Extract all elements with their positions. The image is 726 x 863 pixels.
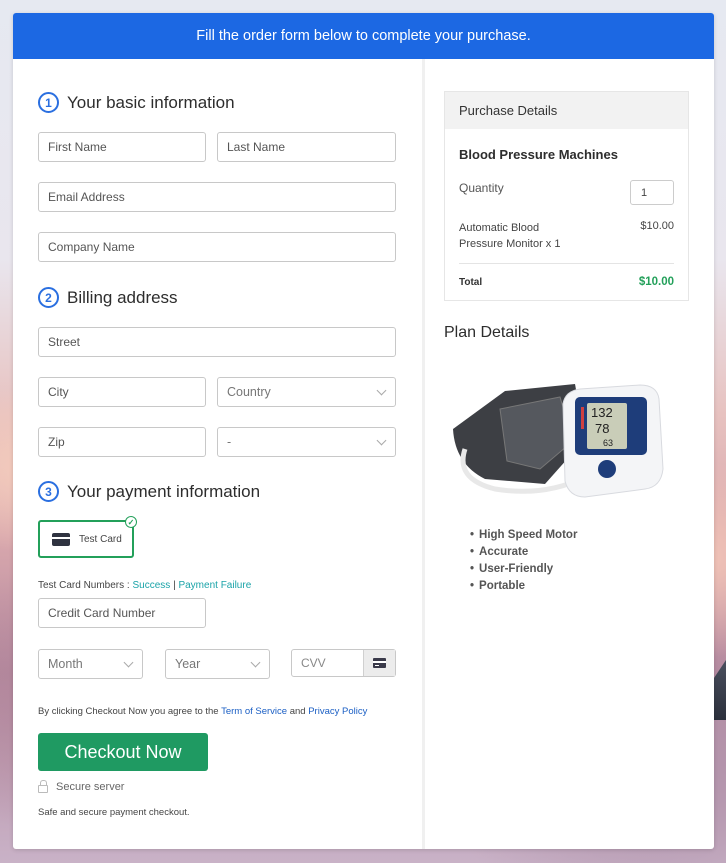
year-select-value: Year [175, 657, 201, 671]
monitor-start-button [598, 460, 616, 478]
privacy-policy-link[interactable]: Privacy Policy [308, 706, 367, 717]
section-billing: 2 Billing address [38, 287, 178, 308]
email-input[interactable]: Email Address [38, 182, 396, 212]
company-input[interactable]: Company Name [38, 232, 396, 262]
first-name-input[interactable]: First Name [38, 132, 206, 162]
line-item-price: $10.00 [640, 220, 674, 232]
credit-card-icon [373, 658, 386, 668]
month-select[interactable]: Month [38, 649, 143, 679]
order-form: 1 Your basic information First Name Last… [13, 59, 423, 849]
feature-item: Portable [470, 578, 577, 595]
success-link[interactable]: Success [132, 580, 170, 591]
secure-server-label: Secure server [56, 781, 125, 793]
country-select[interactable]: Country [217, 377, 396, 407]
payment-method-test-card[interactable]: Test Card ✓ [38, 516, 137, 558]
payment-method-label: Test Card [79, 533, 122, 545]
section-title: Your payment information [67, 481, 261, 501]
banner: Fill the order form below to complete yo… [13, 13, 714, 59]
zip-input[interactable]: Zip [38, 427, 206, 457]
purchase-details-box: Purchase Details Blood Pressure Machines… [444, 91, 689, 301]
checkout-now-button[interactable]: Checkout Now [38, 733, 208, 771]
payment-failure-link[interactable]: Payment Failure [178, 580, 251, 591]
feature-item: User-Friendly [470, 561, 577, 578]
section-title: Your basic information [67, 92, 235, 112]
terms-prefix: By clicking Checkout Now you agree to th… [38, 706, 219, 717]
terms-text: By clicking Checkout Now you agree to th… [38, 706, 367, 717]
lock-icon [38, 780, 48, 793]
chevron-down-icon [250, 657, 261, 668]
total-label: Total [459, 277, 483, 288]
section-title: Billing address [67, 287, 178, 307]
line-item-name: Automatic Blood Pressure Monitor x 1 [459, 222, 561, 250]
country-select-value: Country [227, 385, 271, 399]
product-image: 132 78 63 [453, 384, 664, 498]
section-basic-info: 1 Your basic information [38, 92, 235, 113]
feature-item: High Speed Motor [470, 527, 577, 544]
section-payment: 3 Your payment information [38, 481, 260, 502]
purchase-divider [459, 263, 674, 264]
state-select-value: - [227, 435, 232, 449]
safe-checkout-text: Safe and secure payment checkout. [38, 807, 190, 818]
purchase-details-heading: Purchase Details [445, 92, 688, 129]
secure-server: Secure server [38, 780, 125, 793]
credit-card-icon [52, 532, 70, 546]
order-form-card: Fill the order form below to complete yo… [13, 13, 714, 849]
terms-and: and [289, 706, 306, 717]
test-card-numbers: Test Card Numbers : Success | Payment Fa… [38, 580, 251, 591]
year-select[interactable]: Year [165, 649, 270, 679]
feature-item: Accurate [470, 544, 577, 561]
quantity-input[interactable]: 1 [630, 180, 674, 205]
monitor-reading-dia: 78 [595, 421, 609, 436]
cvv-input[interactable]: CVV [291, 649, 396, 677]
order-summary: Purchase Details Blood Pressure Machines… [425, 59, 714, 849]
plan-details-heading: Plan Details [444, 324, 530, 341]
monitor-reading-pulse: 63 [603, 438, 613, 448]
terms-of-service-link[interactable]: Term of Service [221, 706, 287, 717]
credit-card-number-input[interactable]: Credit Card Number [38, 598, 206, 628]
check-icon: ✓ [125, 516, 137, 528]
city-input[interactable]: City [38, 377, 206, 407]
cvv-card-icon-box [363, 650, 395, 676]
monitor-indicator [581, 407, 584, 429]
state-select[interactable]: - [217, 427, 396, 457]
product-title: Blood Pressure Machines [459, 147, 618, 162]
chevron-down-icon [376, 435, 387, 446]
link-separator: | [173, 580, 176, 591]
feature-list: High Speed Motor Accurate User-Friendly … [470, 527, 577, 595]
monitor-reading-sys: 132 [591, 405, 613, 420]
street-input[interactable]: Street [38, 327, 396, 357]
total-value: $10.00 [638, 276, 674, 288]
month-select-value: Month [48, 657, 83, 671]
chevron-down-icon [123, 657, 134, 668]
quantity-label: Quantity [459, 181, 504, 195]
test-card-numbers-label: Test Card Numbers : [38, 580, 130, 591]
step-number-3: 3 [38, 481, 59, 502]
last-name-input[interactable]: Last Name [217, 132, 396, 162]
chevron-down-icon [376, 385, 387, 396]
step-number-2: 2 [38, 287, 59, 308]
step-number-1: 1 [38, 92, 59, 113]
cvv-placeholder: CVV [301, 656, 326, 670]
